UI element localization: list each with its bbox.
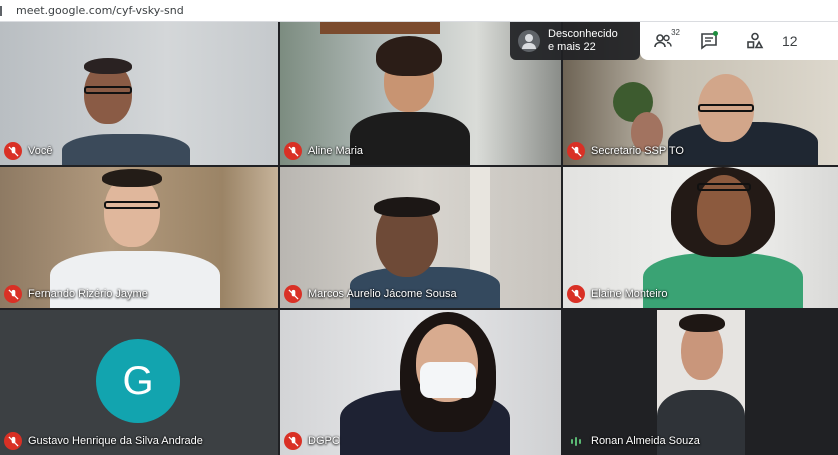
more-participants-line2: e mais 22 <box>548 41 596 53</box>
chat-button[interactable] <box>686 22 732 60</box>
people-icon <box>654 34 672 48</box>
participant-name: Marcos Aurelio Jácome Sousa <box>308 288 457 300</box>
nameplate: Aline Maria <box>284 141 363 161</box>
people-count: 32 <box>671 28 680 37</box>
more-participants-line1: Desconhecido <box>548 28 618 40</box>
participant-name: Ronan Almeida Souza <box>591 435 700 447</box>
mic-muted-icon <box>284 285 302 303</box>
mic-muted-icon <box>284 142 302 160</box>
people-button[interactable]: 32 <box>640 22 686 60</box>
participant-name: Gustavo Henrique da Silva Andrade <box>28 435 203 447</box>
mic-muted-icon <box>4 142 22 160</box>
participant-tile-elaine-monteiro[interactable]: Elaine Monteiro <box>563 167 838 308</box>
meeting-grid: Você Aline Maria Secretario SSP TO Ferna… <box>0 22 838 455</box>
participant-tile-marcos-aurelio[interactable]: Marcos Aurelio Jácome Sousa <box>280 167 561 308</box>
nameplate: Ronan Almeida Souza <box>567 431 700 451</box>
meeting-toolbar: 32 12 <box>640 22 838 60</box>
participant-name: Secretario SSP TO <box>591 145 684 157</box>
nameplate: Elaine Monteiro <box>567 284 667 304</box>
activities-button[interactable] <box>732 22 778 60</box>
participant-name: DGPC <box>308 435 340 447</box>
mic-muted-icon <box>567 285 585 303</box>
participant-name: Elaine Monteiro <box>591 288 668 300</box>
participant-tile-dgpc[interactable]: DGPC <box>280 310 561 455</box>
nameplate: DGPC <box>284 431 340 451</box>
mic-muted-icon <box>4 285 22 303</box>
participant-name: Fernando Rizério Jayme <box>28 288 148 300</box>
speaking-indicator-icon <box>567 432 585 450</box>
activities-icon <box>747 32 764 49</box>
avatar-letter: G <box>122 358 154 403</box>
nameplate: Você <box>4 141 52 161</box>
meeting-clock: 12 <box>782 33 798 49</box>
person-avatar-icon <box>518 30 540 52</box>
mic-muted-icon <box>4 432 22 450</box>
participant-name: Você <box>28 145 53 157</box>
chat-unread-dot <box>713 31 718 36</box>
participant-tile-fernando-rizerio-jayme[interactable]: Fernando Rizério Jayme <box>0 167 278 308</box>
participant-tile-voce[interactable]: Você <box>0 22 278 165</box>
more-participants-chip[interactable]: Desconhecido e mais 22 <box>510 22 640 60</box>
nameplate: Gustavo Henrique da Silva Andrade <box>4 431 203 451</box>
participant-avatar: G <box>96 339 180 423</box>
mic-muted-icon <box>567 142 585 160</box>
nameplate: Fernando Rizério Jayme <box>4 284 148 304</box>
url-text[interactable]: meet.google.com/cyf-vsky-snd <box>16 4 184 17</box>
browser-address-bar[interactable]: meet.google.com/cyf-vsky-snd <box>0 0 838 22</box>
nameplate: Secretario SSP TO <box>567 141 684 161</box>
participant-tile-ronan[interactable]: Ronan Almeida Souza <box>563 310 838 455</box>
more-participants-label: Desconhecido e mais 22 <box>548 28 618 54</box>
mic-muted-icon <box>284 432 302 450</box>
participant-tile-gustavo[interactable]: G Gustavo Henrique da Silva Andrade <box>0 310 278 455</box>
nameplate: Marcos Aurelio Jácome Sousa <box>284 284 457 304</box>
site-info-icon[interactable] <box>0 5 6 16</box>
participant-name: Aline Maria <box>308 145 364 157</box>
